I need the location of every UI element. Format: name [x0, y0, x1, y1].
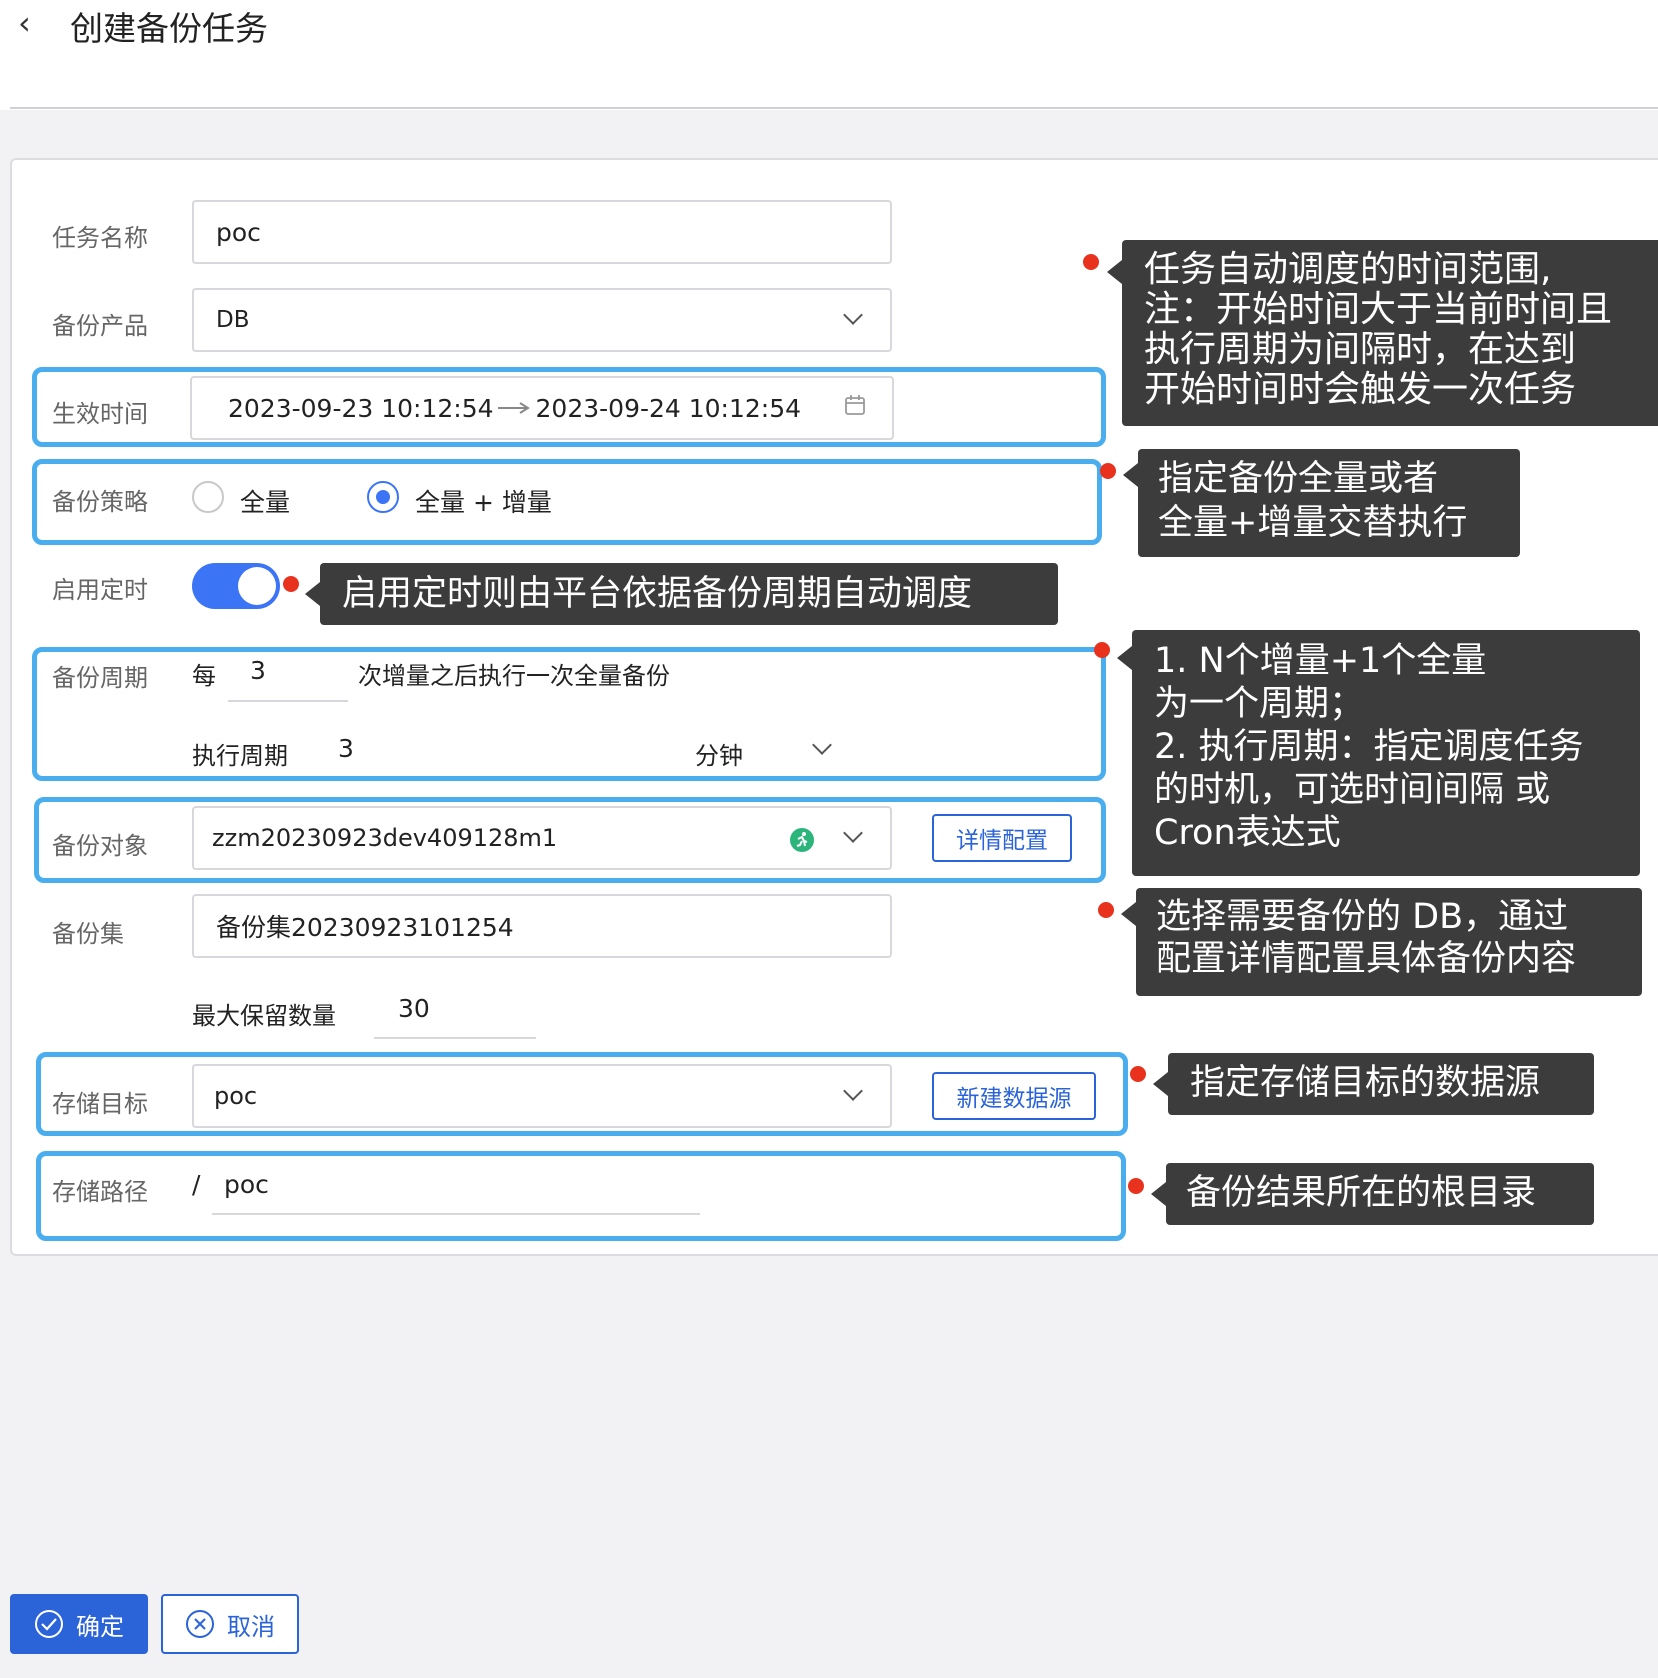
date-range-picker[interactable]: 2023-09-23 10:12:54 2023-09-24 10:12:54: [190, 376, 894, 440]
end-time[interactable]: 2023-09-24 10:12:54: [536, 394, 802, 423]
toggle-knob: [238, 567, 276, 605]
annotation-dot: [1098, 902, 1114, 918]
storage-path-underline: [212, 1213, 700, 1215]
cycle-count-underline: [228, 700, 348, 702]
effective-time-label: 生效时间: [52, 400, 148, 428]
cycle-label: 备份周期: [52, 664, 148, 692]
header-divider: [10, 107, 1658, 109]
radio-full-label[interactable]: 全量: [240, 483, 290, 519]
task-name-input[interactable]: poc: [192, 200, 892, 264]
annotation-dot: [1130, 1066, 1146, 1082]
note-target: 选择需要备份的 DB，通过 配置详情配置具体备份内容: [1121, 888, 1642, 996]
task-name-label: 任务名称: [52, 224, 148, 252]
annotation-dot: [1094, 642, 1110, 658]
storage-path-label: 存储路径: [52, 1178, 148, 1206]
radio-full[interactable]: [192, 481, 224, 513]
backup-set-label: 备份集: [52, 920, 124, 948]
period-value-input[interactable]: 3: [338, 734, 354, 763]
page-title: 创建备份任务: [70, 9, 268, 48]
calendar-icon: [845, 395, 865, 415]
cycle-suffix: 次增量之后执行一次全量备份: [358, 662, 670, 690]
path-prefix: /: [192, 1170, 201, 1199]
period-unit-select[interactable]: 分钟: [695, 736, 743, 771]
note-cycle: 1. N个增量+1个全量 为一个周期； 2. 执行周期：指定调度任务 的时机，可…: [1117, 630, 1640, 876]
arrow-right-icon: [497, 402, 530, 414]
running-icon: [790, 828, 814, 852]
max-retain-input[interactable]: 30: [398, 994, 430, 1023]
new-datasource-button[interactable]: 新建数据源: [932, 1072, 1096, 1120]
max-retain-label: 最大保留数量: [192, 1002, 336, 1030]
radio-full-incremental[interactable]: [367, 481, 399, 513]
start-time[interactable]: 2023-09-23 10:12:54: [228, 394, 494, 423]
confirm-label: 确定: [76, 1612, 124, 1641]
storage-target-label: 存储目标: [52, 1090, 148, 1118]
chevron-down-icon: [843, 823, 863, 843]
schedule-toggle[interactable]: [192, 563, 280, 609]
note-time-range: 任务自动调度的时间范围, 注：开始时间大于当前时间且 执行周期为间隔时，在达到 …: [1107, 240, 1658, 426]
cycle-count-input[interactable]: 3: [250, 656, 266, 685]
detail-config-button[interactable]: 详情配置: [932, 814, 1072, 862]
strategy-label: 备份策略: [52, 488, 148, 516]
chevron-down-icon: [843, 1081, 863, 1101]
note-storage-path: 备份结果所在的根目录: [1151, 1163, 1594, 1225]
cancel-button[interactable]: 取消: [161, 1594, 299, 1654]
annotation-dot: [1083, 254, 1099, 270]
note-strategy: 指定备份全量或者 全量+增量交替执行: [1123, 449, 1520, 557]
max-retain-underline: [374, 1037, 536, 1039]
confirm-button[interactable]: 确定: [10, 1594, 148, 1654]
schedule-label: 启用定时: [52, 576, 148, 604]
product-label: 备份产品: [52, 312, 148, 340]
cancel-label: 取消: [227, 1612, 275, 1641]
storage-target-select[interactable]: poc: [192, 1064, 892, 1128]
radio-full-incremental-label[interactable]: 全量 + 增量: [415, 483, 552, 519]
note-storage-target: 指定存储目标的数据源: [1153, 1053, 1594, 1115]
close-circle-icon: [186, 1610, 214, 1638]
backup-set-input[interactable]: 备份集20230923101254: [192, 894, 892, 958]
page-header: ‹ 创建备份任务: [0, 0, 1658, 110]
target-label: 备份对象: [52, 832, 148, 860]
period-label: 执行周期: [192, 742, 288, 770]
note-schedule: 启用定时则由平台依据备份周期自动调度: [305, 563, 1058, 625]
annotation-dot: [1128, 1178, 1144, 1194]
check-circle-icon: [35, 1610, 63, 1638]
annotation-dot: [283, 576, 299, 592]
target-select[interactable]: zzm20230923dev409128m1: [192, 806, 892, 870]
cycle-prefix: 每: [192, 662, 216, 690]
storage-path-input[interactable]: poc: [224, 1170, 269, 1199]
product-select[interactable]: DB: [192, 288, 892, 352]
annotation-dot: [1100, 463, 1116, 479]
back-icon[interactable]: ‹: [18, 4, 31, 42]
chevron-down-icon: [843, 305, 863, 325]
